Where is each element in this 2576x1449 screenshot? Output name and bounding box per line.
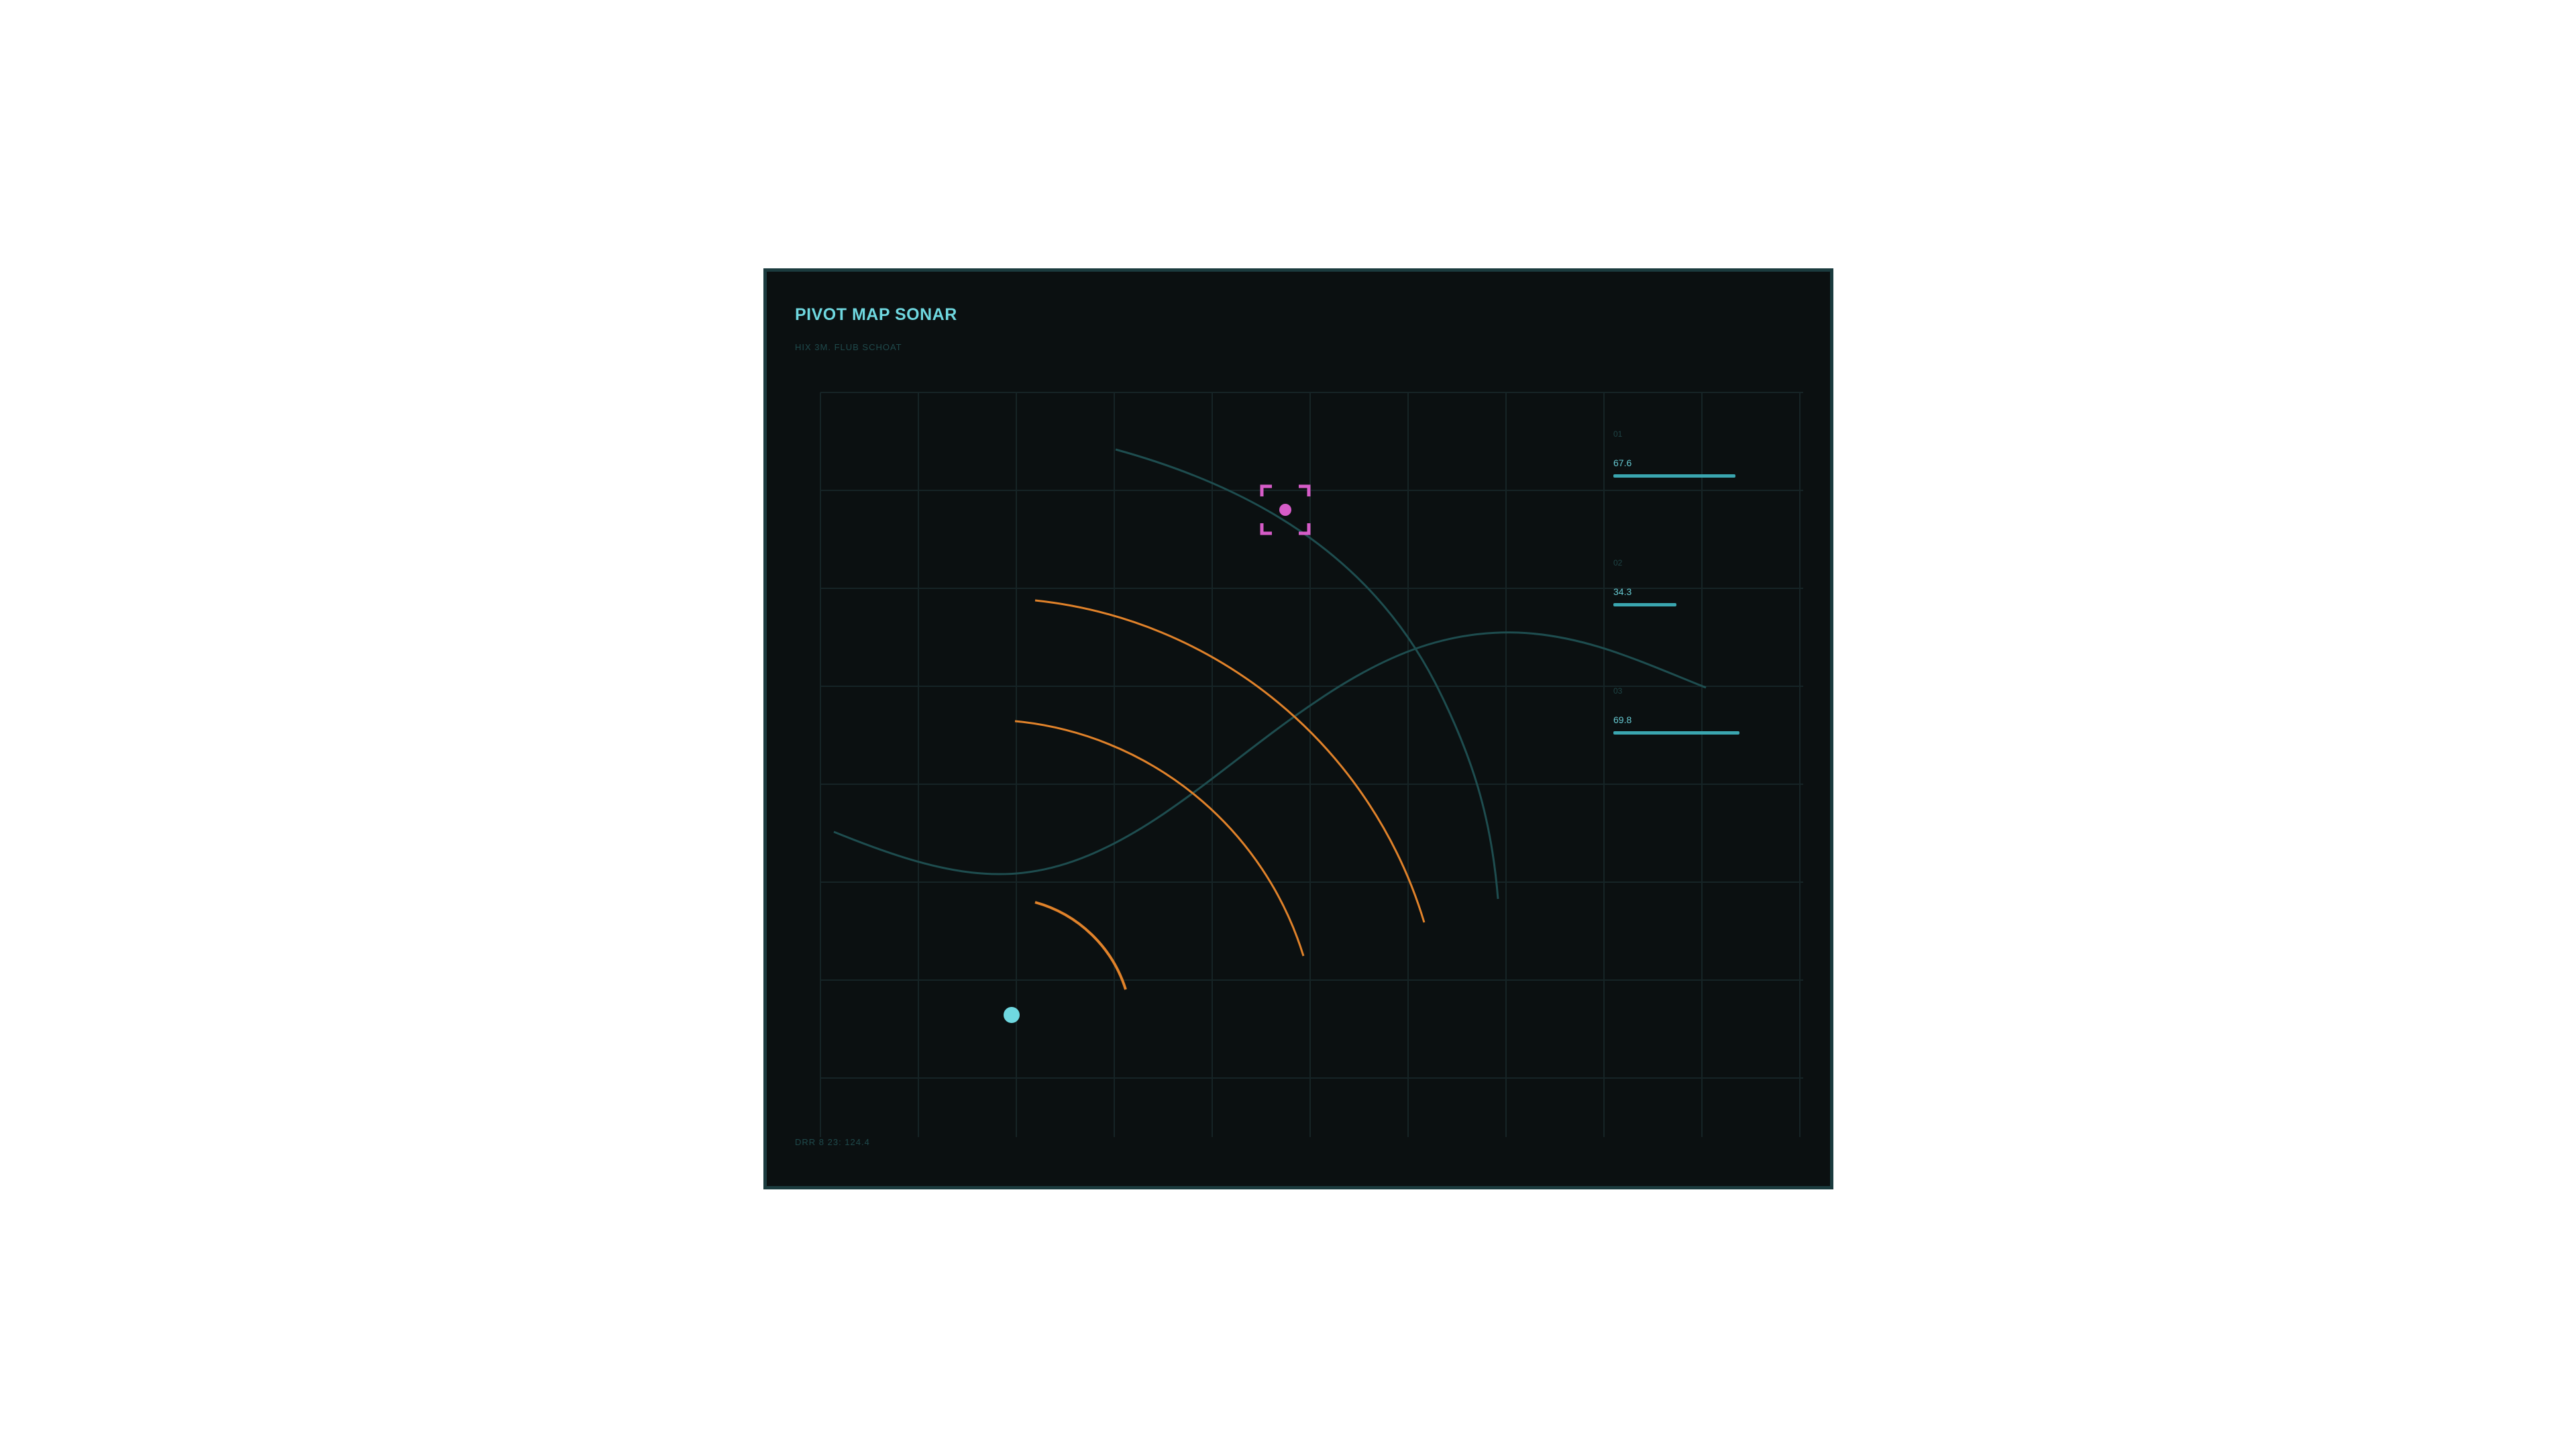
sonar-ring-middle: [1014, 720, 1305, 957]
sonar-rings: [1014, 599, 1426, 990]
meter-track: [1613, 603, 1748, 606]
contour-line-2: [833, 631, 1707, 875]
map-grid: [820, 392, 1803, 1137]
meter-value: 67.6: [1613, 458, 1632, 468]
contour-line-1: [1115, 448, 1499, 900]
hud-subtitle: HIX 3M. FLUB SCHOAT: [795, 342, 902, 352]
meter-label: 03: [1613, 686, 1623, 696]
meter-fill: [1613, 731, 1739, 735]
meter-value: 69.8: [1613, 714, 1632, 725]
meter-label: 01: [1613, 429, 1623, 439]
meter-value: 34.3: [1613, 586, 1632, 597]
sonar-map[interactable]: [767, 272, 1830, 1186]
sonar-ring-outer: [1034, 599, 1426, 923]
sonar-panel: PIVOT MAP SONAR HIX 3M. FLUB SCHOAT DRR …: [763, 268, 1833, 1189]
sonar-ring-inner: [1034, 901, 1127, 990]
meter-fill: [1613, 474, 1735, 478]
hud-title: PIVOT MAP SONAR: [795, 305, 957, 324]
hud-footer-code: DRR 8 23: 124.4: [795, 1137, 870, 1147]
target-dot[interactable]: [1279, 504, 1291, 516]
meter-track: [1613, 731, 1748, 735]
meter-label: 02: [1613, 558, 1623, 568]
target-reticle-icon[interactable]: [1260, 484, 1311, 535]
meter-fill: [1613, 603, 1676, 606]
player-dot-icon[interactable]: [1004, 1007, 1020, 1023]
meter-track: [1613, 474, 1748, 478]
